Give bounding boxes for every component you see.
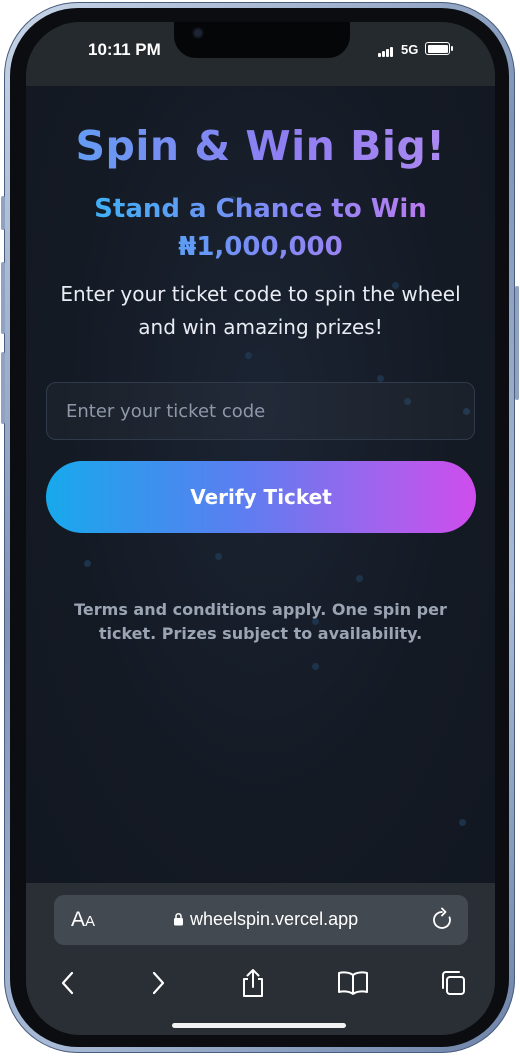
side-button-silent <box>1 196 5 230</box>
camera-icon <box>194 29 202 37</box>
side-button-power <box>515 286 519 400</box>
background-particle <box>84 560 91 567</box>
notch <box>174 22 350 58</box>
browser-toolbar: AA wheelspin.vercel.app <box>26 883 495 1035</box>
background-particle <box>215 553 222 560</box>
reload-icon[interactable] <box>430 907 454 933</box>
terms-text: Terms and conditions apply. One spin per… <box>74 600 447 643</box>
background-particle <box>312 663 319 670</box>
network-label: 5G <box>401 42 419 57</box>
tabs-icon <box>442 971 465 995</box>
back-button[interactable] <box>48 963 88 1003</box>
background-particle <box>377 375 384 382</box>
url-display[interactable]: wheelspin.vercel.app <box>173 909 358 930</box>
lock-icon <box>174 912 183 926</box>
back-icon <box>61 971 74 995</box>
bookmarks-icon <box>338 971 368 995</box>
instructions-text: Enter your ticket code to spin the wheel… <box>60 282 461 339</box>
tabs-button[interactable] <box>433 963 473 1003</box>
background-particle <box>356 575 363 582</box>
signal-icon <box>378 46 398 57</box>
home-indicator <box>172 1023 346 1028</box>
address-bar[interactable]: AA wheelspin.vercel.app <box>54 895 468 945</box>
side-button-volume-down <box>1 352 5 424</box>
reader-mode-button[interactable]: AA <box>71 908 95 932</box>
main-content: Spin & Win Big! Stand a Chance to Win ₦1… <box>26 86 495 883</box>
status-bar: 10:11 PM 5G <box>26 22 495 86</box>
background-particle <box>245 352 252 359</box>
side-button-volume-up <box>1 262 5 334</box>
forward-icon <box>152 971 165 995</box>
share-icon <box>243 969 263 997</box>
share-button[interactable] <box>233 963 273 1003</box>
background-particle <box>459 819 466 826</box>
url-text: wheelspin.vercel.app <box>190 909 359 929</box>
forward-button[interactable] <box>138 963 178 1003</box>
status-time: 10:11 PM <box>88 40 161 59</box>
ticket-code-input[interactable] <box>46 382 475 440</box>
phone-screen: 10:11 PM 5G Spin & Win Big! Stand a Chan… <box>26 22 495 1035</box>
prize-subtitle: Stand a Chance to Win ₦1,000,000 <box>66 190 455 266</box>
verify-ticket-button[interactable]: Verify Ticket <box>46 461 476 533</box>
battery-icon <box>425 42 453 55</box>
reader-label-small: A <box>85 913 96 930</box>
page-title: Spin & Win Big! <box>26 122 495 170</box>
reader-label-big: A <box>71 908 86 931</box>
bookmarks-button[interactable] <box>333 963 373 1003</box>
